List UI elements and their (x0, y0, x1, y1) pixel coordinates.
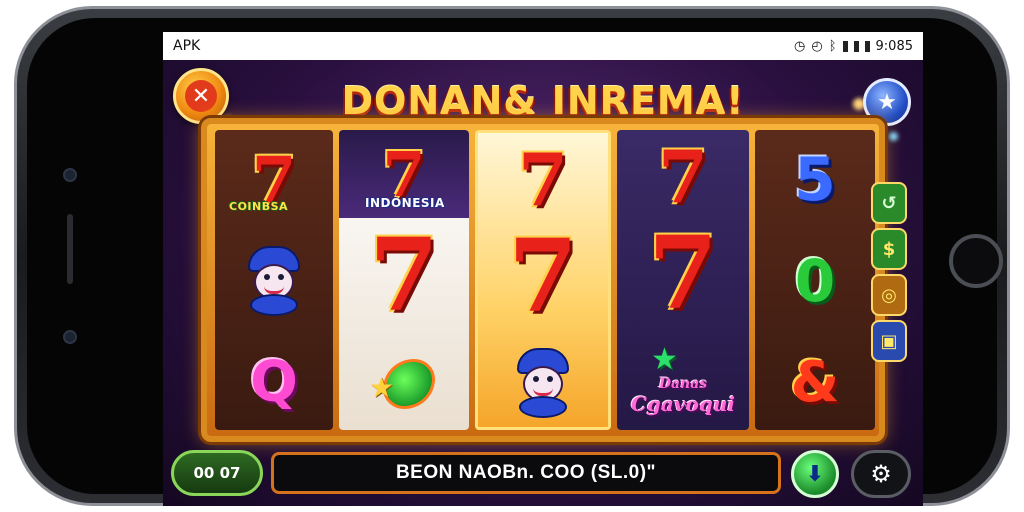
side-button-target[interactable]: ◎ (871, 274, 907, 316)
symbol-badge: Danas Cgavoqui (631, 376, 735, 416)
symbol-five: 5 (794, 145, 836, 215)
symbol-ampersand: & (790, 349, 840, 415)
spin-button[interactable]: ⬇ (791, 450, 839, 498)
status-icons: ◷ ◴ ᛒ 9:085 (794, 39, 913, 54)
symbol-seven-big: 7 (508, 217, 578, 335)
symbol-label: INDONESIA (365, 196, 445, 210)
reel-1: 7 COINBSA Q (215, 130, 333, 430)
settings-button[interactable]: ⚙ (851, 450, 911, 498)
phone-bezel: APK ◷ ◴ ᛒ 9:085 ✕ DONAN& INREMA! ★ 7 COI… (27, 18, 1003, 506)
camera-icon (63, 168, 77, 182)
symbol-seven-big: 7 (369, 216, 439, 334)
sync-icon: ◴ (811, 38, 823, 54)
reel-3: 7 7 (475, 130, 611, 430)
symbol-label: COINBSA (229, 200, 289, 213)
background-light (889, 132, 898, 141)
signal-icon (842, 40, 848, 52)
clock: 9:085 (875, 38, 913, 54)
status-bar: APK ◷ ◴ ᛒ 9:085 (163, 32, 923, 60)
symbol-zero: 0 (794, 247, 836, 315)
side-button-refresh[interactable]: ↺ (871, 182, 907, 224)
bottom-bar: 00 07 BEON NAOBn. COO (SL.0)" ⬇ ⚙ (163, 446, 923, 504)
bluetooth-icon: ᛒ (828, 38, 837, 54)
leaf-icon: ★ (369, 355, 439, 413)
side-panel: ↺ $ ◎ ▣ (871, 182, 913, 366)
symbol-seven: 7 (657, 133, 709, 219)
reel-5: 5 0 & (755, 130, 875, 430)
message-bar: BEON NAOBn. COO (SL.0)" (271, 452, 781, 494)
sensor-icon (63, 330, 77, 344)
game-screen: APK ◷ ◴ ᛒ 9:085 ✕ DONAN& INREMA! ★ 7 COI… (163, 32, 923, 506)
star-menu-icon: ★ (877, 89, 897, 115)
close-icon: ✕ (185, 80, 217, 112)
carrier-label: APK (173, 38, 201, 54)
spin-icon: ⬇ (805, 461, 825, 487)
jester-icon (242, 246, 306, 316)
symbol-seven-big: 7 (648, 214, 718, 332)
bet-button[interactable]: 00 07 (171, 450, 263, 496)
speaker-grille (67, 214, 73, 284)
battery-icon (864, 40, 870, 52)
jester-icon (511, 348, 575, 418)
side-button-box[interactable]: ▣ (871, 320, 907, 362)
symbol-seven: 7 (517, 136, 569, 222)
close-button[interactable]: ✕ (173, 68, 229, 124)
symbol-jester (478, 341, 608, 425)
wifi-icon (853, 40, 859, 52)
reel-2: 7 INDONESIA 7 ★ (339, 130, 469, 430)
alarm-icon: ◷ (794, 38, 806, 54)
symbol-jester (215, 236, 333, 326)
phone-frame: APK ◷ ◴ ᛒ 9:085 ✕ DONAN& INREMA! ★ 7 COI… (14, 6, 1010, 506)
reel-frame: 7 COINBSA Q 7 INDONESIA 7 ★ 7 7 7 7 ★ Da… (201, 118, 885, 442)
symbol-q: Q (250, 349, 298, 415)
gear-icon: ⚙ (870, 460, 892, 488)
reel-4: 7 7 ★ Danas Cgavoqui (617, 130, 749, 430)
home-button[interactable] (949, 234, 1003, 288)
symbol-leaf: ★ (339, 342, 469, 426)
side-button-coins[interactable]: $ (871, 228, 907, 270)
